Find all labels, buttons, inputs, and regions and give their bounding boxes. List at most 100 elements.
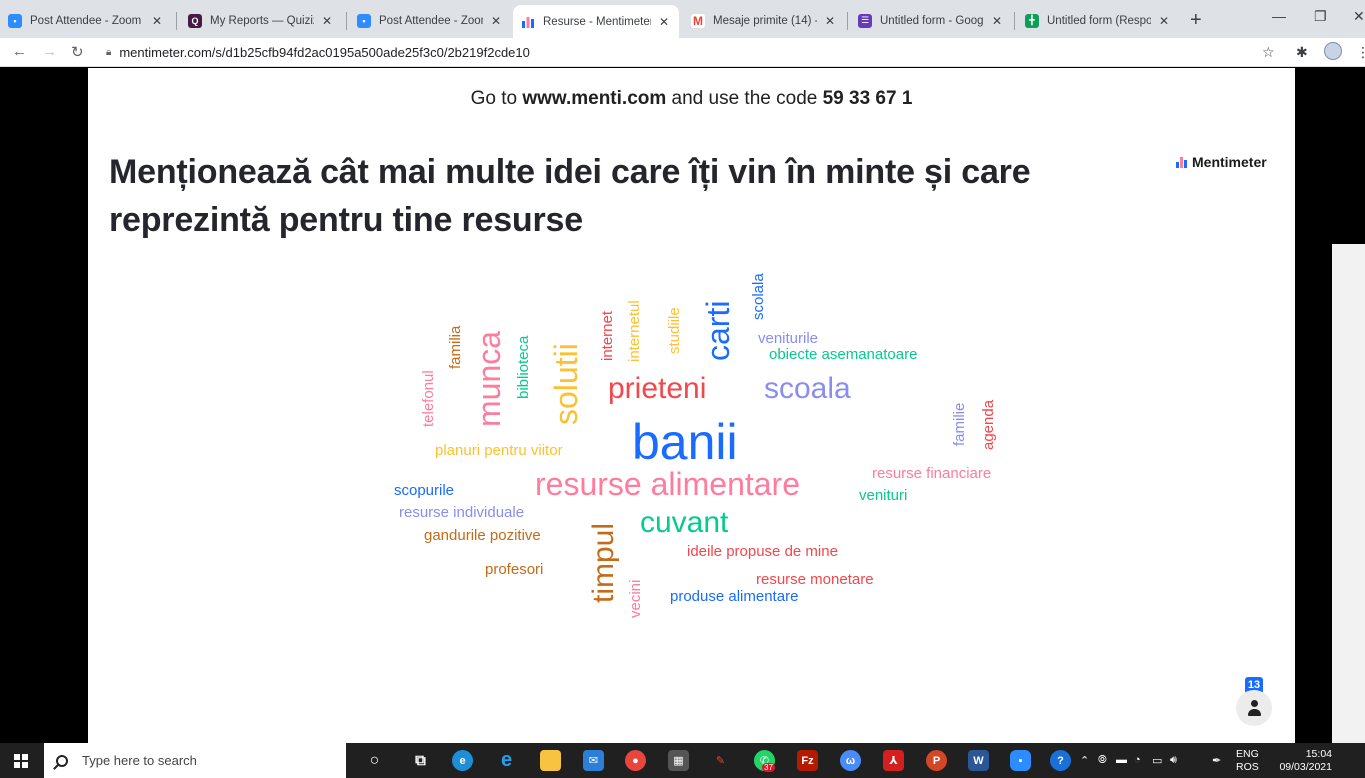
- close-icon[interactable]: ✕: [489, 14, 503, 28]
- windows-taskbar: Type here to search ○ ⧉ e e ✉ ● ▦ ✎ ✆ 37…: [0, 743, 1365, 778]
- edge-chromium-icon[interactable]: e: [452, 750, 473, 771]
- lang-bottom: ROS: [1236, 761, 1259, 773]
- taskbar-search-box[interactable]: Type here to search: [44, 743, 346, 778]
- back-icon[interactable]: ←: [12, 43, 27, 60]
- close-icon[interactable]: ✕: [1157, 14, 1171, 28]
- task-view-icon[interactable]: ⧉: [410, 750, 431, 771]
- participants-button[interactable]: [1236, 690, 1272, 726]
- volume-icon[interactable]: 🔊︎: [1170, 754, 1177, 767]
- menu-icon[interactable]: ⋮: [1356, 44, 1365, 61]
- close-icon[interactable]: ✕: [823, 14, 837, 28]
- clock-date: 09/03/2021: [1279, 761, 1332, 773]
- tab-label: My Reports — Quizizz: [210, 14, 314, 27]
- mentimeter-icon: [521, 14, 535, 29]
- browser-tab[interactable]: ╋ Untitled form (Respons ✕: [1017, 7, 1179, 34]
- word-cloud-word: veniturile: [758, 330, 819, 347]
- word-cloud-word: biblioteca: [515, 335, 532, 399]
- powerpoint-icon[interactable]: P: [926, 750, 947, 771]
- word-cloud-word: produse alimentare: [670, 588, 799, 605]
- filezilla-icon[interactable]: Fz: [797, 750, 818, 771]
- file-explorer-icon[interactable]: [540, 750, 561, 771]
- word-cloud-word: familia: [447, 325, 464, 369]
- word-cloud-word: timpul: [587, 522, 620, 603]
- mail-icon[interactable]: ✉: [583, 750, 604, 771]
- zoom-icon[interactable]: ▪: [1010, 750, 1031, 771]
- word-cloud-word: solutii: [548, 343, 584, 425]
- word-cloud-word: munca: [471, 330, 507, 427]
- network-icon[interactable]: ◔: [1134, 754, 1141, 766]
- calculator-icon[interactable]: ▦: [668, 750, 689, 771]
- browser-tab[interactable]: Q My Reports — Quizizz ✕: [180, 7, 342, 34]
- help-icon[interactable]: ?: [1050, 750, 1071, 771]
- tab-label: Untitled form (Respons: [1047, 14, 1151, 27]
- internet-explorer-icon[interactable]: e: [496, 749, 517, 771]
- browser-tab[interactable]: ☰ Untitled form - Google ✕: [850, 7, 1012, 34]
- windows-start-icon[interactable]: [14, 754, 28, 768]
- maximize-icon[interactable]: ❐: [1314, 8, 1327, 25]
- word-icon[interactable]: W: [968, 750, 989, 771]
- word-cloud-word: internetul: [626, 300, 643, 362]
- word-cloud-word: ideile propuse de mine: [687, 543, 838, 560]
- cortana-icon[interactable]: ○: [364, 750, 385, 771]
- search-icon: [56, 754, 68, 767]
- system-clock[interactable]: 15:04 09/03/2021: [1268, 748, 1332, 774]
- chevron-up-icon[interactable]: ⌃: [1080, 754, 1089, 767]
- word-cloud-word: banii: [632, 414, 738, 470]
- address-bar[interactable]: 🔒︎ mentimeter.com/s/d1b25cfb94fd2ac0195a…: [100, 40, 1290, 65]
- chrome-icon[interactable]: ●: [625, 750, 646, 771]
- word-cloud-word: cuvant: [640, 506, 729, 539]
- profile-avatar[interactable]: [1324, 42, 1342, 60]
- close-icon[interactable]: ✕: [657, 15, 671, 29]
- question-title: Menționează cât mai multe idei care îți …: [109, 153, 1031, 239]
- word-cloud-word: prieteni: [608, 372, 707, 405]
- clock-time: 15:04: [1305, 748, 1332, 760]
- browser-tab[interactable]: M Mesaje primite (14) - u ✕: [683, 7, 845, 34]
- word-cloud-word: scopurile: [394, 482, 455, 499]
- new-tab-icon[interactable]: +: [1190, 9, 1202, 32]
- instruction-mid: and use the code: [666, 88, 823, 109]
- tab-divider: [847, 12, 848, 30]
- browser-tab[interactable]: ▪ Post Attendee - Zoom ✕: [0, 7, 172, 34]
- lang-top: ENG: [1236, 748, 1259, 760]
- instruction-prefix: Go to: [470, 88, 523, 109]
- pen-workspace-icon[interactable]: ✒: [1212, 754, 1221, 767]
- minimize-icon[interactable]: —: [1272, 8, 1286, 24]
- display-icon[interactable]: ▭: [1152, 754, 1162, 767]
- bookmark-star-icon[interactable]: ☆: [1262, 44, 1275, 61]
- person-icon: [1251, 700, 1258, 707]
- input-language[interactable]: ENG ROS: [1236, 748, 1259, 774]
- quizizz-icon: Q: [188, 13, 202, 28]
- battery-icon[interactable]: ▬: [1116, 754, 1127, 766]
- meet-now-icon[interactable]: ⦾: [1098, 754, 1107, 767]
- word-cloud-word: agenda: [980, 399, 997, 450]
- acrobat-icon[interactable]: ⅄: [883, 750, 904, 771]
- pen-app-icon[interactable]: ✎: [710, 750, 731, 771]
- tab-label: Post Attendee - Zoom: [30, 14, 142, 27]
- word-cloud-word: obiecte asemanatoare: [769, 346, 918, 363]
- browser-tab[interactable]: ▪ Post Attendee - Zoom ✕: [349, 7, 511, 34]
- search-placeholder: Type here to search: [82, 753, 197, 768]
- close-icon[interactable]: ✕: [990, 14, 1004, 28]
- reload-icon[interactable]: ↻: [71, 43, 84, 61]
- word-cloud-word: resurse alimentare: [535, 466, 800, 502]
- browser-tab-active[interactable]: Resurse - Mentimeter ✕: [513, 5, 679, 38]
- close-icon[interactable]: ✕: [150, 14, 164, 28]
- word-cloud-word: vecini: [627, 579, 644, 618]
- side-panel-strip: [1332, 244, 1365, 744]
- tab-label: Untitled form - Google: [880, 14, 984, 27]
- extensions-icon[interactable]: ✱: [1296, 44, 1308, 61]
- close-icon[interactable]: ✕: [320, 14, 334, 28]
- word-cloud-word: scoala: [764, 372, 851, 405]
- word-cloud-word: telefonul: [420, 370, 437, 427]
- zoom-icon: ▪: [8, 13, 22, 28]
- word-cloud-word: internet: [599, 310, 616, 361]
- tab-label: Resurse - Mentimeter: [543, 15, 651, 28]
- close-window-icon[interactable]: ✕: [1353, 8, 1365, 25]
- wordwall-icon[interactable]: ω: [840, 750, 861, 771]
- whatsapp-badge: 37: [762, 763, 775, 772]
- forward-icon[interactable]: →: [42, 43, 57, 60]
- instruction-site: www.menti.com: [522, 88, 667, 109]
- word-cloud-word: familie: [951, 402, 968, 446]
- url-text: mentimeter.com/s/d1b25cfb94fd2ac0195a500…: [119, 45, 530, 60]
- lock-icon: 🔒︎: [106, 47, 112, 58]
